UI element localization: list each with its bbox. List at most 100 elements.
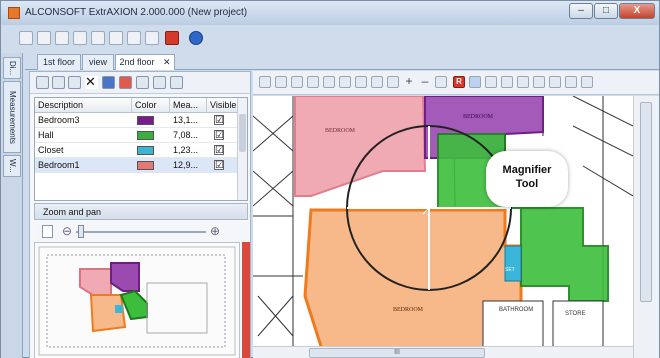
image-icon[interactable] [145, 31, 159, 45]
copy-icon[interactable] [68, 76, 81, 89]
closet-label: SET [505, 267, 515, 273]
angle-icon[interactable] [339, 76, 351, 88]
export-excel-icon[interactable] [119, 76, 132, 89]
zoom-pan-header: Zoom and pan [34, 203, 248, 220]
table-row[interactable]: Bedroom3 13,1... ☑ [35, 113, 238, 128]
col-measure[interactable]: Mea... [170, 98, 207, 113]
pdf-icon[interactable] [165, 31, 179, 45]
color-swatch[interactable] [137, 161, 154, 170]
side-tab-w[interactable]: W... [3, 155, 21, 177]
magnifier-tool-callout: Magnifier Tool [486, 151, 568, 207]
table-scrollbar[interactable] [237, 98, 247, 200]
zoom-out-icon[interactable]: ⊖ [62, 224, 72, 238]
room-label-bathroom: BATHROOM [499, 307, 533, 313]
open-file-icon[interactable] [37, 31, 51, 45]
callout-line1: Magnifier [502, 164, 552, 176]
circle-icon[interactable] [387, 76, 399, 88]
clipboard-icon[interactable] [170, 76, 183, 89]
document-icon[interactable] [42, 225, 53, 238]
visible-checkbox[interactable]: ☑ [214, 115, 224, 126]
tab-close-icon[interactable]: ✕ [163, 57, 171, 67]
color-swatch[interactable] [137, 131, 154, 140]
table-row[interactable]: Closet 1,23... ☑ [35, 143, 238, 158]
row-description: Closet [38, 145, 64, 155]
tab-2nd-floor[interactable]: 2nd floor ✕ [115, 54, 175, 70]
add-point-icon[interactable]: + [403, 75, 415, 88]
floor-plan-view[interactable]: BEDROOM BEDROOM BEDROOM SET BATHROOM STO… [253, 96, 633, 358]
maximize-button[interactable]: □ [594, 3, 618, 19]
table-icon[interactable] [136, 76, 149, 89]
room-closet [504, 245, 522, 282]
table-row[interactable]: Hall 7,08... ☑ [35, 128, 238, 143]
visible-checkbox[interactable]: ☑ [214, 145, 224, 156]
room-label-bedroom3: BEDROOM [463, 114, 494, 120]
help-icon[interactable] [189, 31, 203, 45]
length-icon[interactable] [307, 76, 319, 88]
zoom-in-icon[interactable]: ⊕ [210, 224, 220, 238]
side-tab-di[interactable]: Di... [3, 57, 21, 79]
edit-icon[interactable] [55, 31, 69, 45]
col-color[interactable]: Color [132, 98, 170, 113]
rotate-icon[interactable]: R [453, 76, 465, 88]
color-swatch[interactable] [137, 146, 154, 155]
row-color-cell [132, 128, 170, 143]
row-color-cell [132, 143, 170, 158]
magnifier-icon[interactable] [469, 76, 481, 88]
zoom-slider-thumb[interactable] [78, 225, 84, 238]
import-icon[interactable] [153, 76, 166, 89]
map-hscroll-thumb[interactable]: III [309, 348, 485, 358]
row-measure: 1,23... [173, 145, 199, 155]
pin-icon[interactable] [501, 76, 513, 88]
remove-point-icon[interactable]: – [419, 75, 431, 88]
details-icon[interactable] [52, 76, 65, 89]
window-title: ALCONSOFT ExtrAXION 2.000.000 (New proje… [25, 7, 248, 18]
export-icon[interactable] [109, 31, 123, 45]
tab-1st-floor[interactable]: 1st floor [37, 54, 81, 70]
minimize-button[interactable]: – [569, 3, 593, 19]
flag-icon[interactable] [435, 76, 447, 88]
pen-icon[interactable] [549, 76, 561, 88]
measurements-table: Description Color Mea... Visible Bedroom… [34, 97, 248, 201]
title-bar: ALCONSOFT ExtrAXION 2.000.000 (New proje… [1, 1, 659, 25]
pin2-icon[interactable] [517, 76, 529, 88]
color-swatch[interactable] [137, 116, 154, 125]
pan-icon[interactable] [259, 76, 271, 88]
rect-icon[interactable] [371, 76, 383, 88]
row-description: Bedroom1 [38, 160, 80, 170]
close-button[interactable]: X [619, 3, 655, 19]
scroll-thumb[interactable] [239, 114, 246, 152]
cancel-icon[interactable] [485, 76, 497, 88]
overview-thumbnail[interactable] [34, 242, 240, 358]
col-description[interactable]: Description [35, 98, 132, 113]
zoom-slider[interactable] [76, 231, 206, 233]
side-panel-tabs: Di... Measurements W... [1, 53, 23, 358]
room-label-bedroom2: BEDROOM [393, 307, 424, 313]
text-icon[interactable] [355, 76, 367, 88]
map-horizontal-scrollbar[interactable]: III [253, 346, 633, 358]
grid-icon[interactable] [127, 31, 141, 45]
tab-view[interactable]: view [82, 54, 114, 70]
settings-icon[interactable] [91, 31, 105, 45]
row-visible-cell: ☑ [207, 128, 238, 143]
side-tab-measurements[interactable]: Measurements [3, 81, 21, 153]
list-view-icon[interactable] [36, 76, 49, 89]
zoom-icon[interactable] [533, 76, 545, 88]
map-vertical-scrollbar[interactable] [633, 96, 659, 358]
room-label-store: STORE [565, 311, 586, 317]
delete-icon[interactable]: ✕ [85, 75, 98, 89]
map-scroll-thumb[interactable] [640, 102, 652, 302]
row-measure: 13,1... [173, 115, 199, 125]
document-tool-icon[interactable] [565, 76, 577, 88]
area-icon[interactable] [291, 76, 303, 88]
more-tools-icon[interactable] [581, 76, 593, 88]
visible-checkbox[interactable]: ☑ [214, 160, 224, 171]
thumb-bedroom3 [110, 262, 140, 292]
col-visible[interactable]: Visible [207, 98, 238, 113]
new-file-icon[interactable] [19, 31, 33, 45]
visible-checkbox[interactable]: ☑ [214, 130, 224, 141]
count-icon[interactable] [323, 76, 335, 88]
select-icon[interactable] [275, 76, 287, 88]
table-row[interactable]: Bedroom1 12,9... ☑ [35, 158, 238, 173]
print-icon[interactable] [102, 76, 115, 89]
save-icon[interactable] [73, 31, 87, 45]
